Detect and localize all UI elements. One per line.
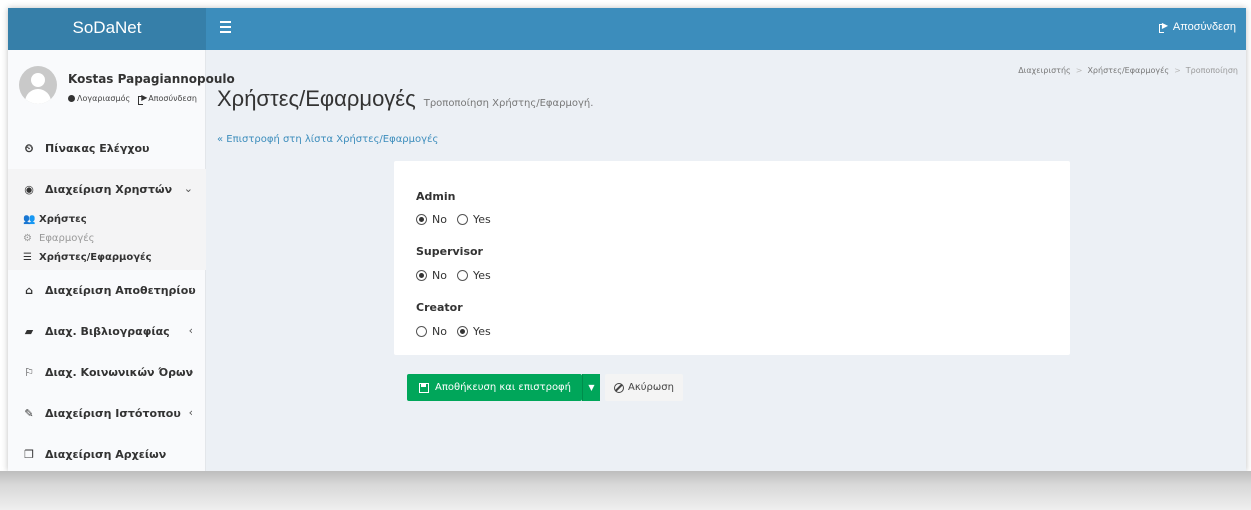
chevron-left-icon: ‹ xyxy=(188,324,193,337)
page-header: Χρήστες/Εφαρμογές Τροποποίηση Χρήστης/Εφ… xyxy=(217,86,593,112)
creator-yes-option[interactable]: Yes xyxy=(456,325,491,338)
creator-yes-radio[interactable] xyxy=(456,326,468,337)
sidebar-item-label: Διαχ. Βιβλιογραφίας xyxy=(45,325,170,338)
app-window: SoDaNet Αποσύνδεση Kostas Papagiannopoul… xyxy=(8,8,1246,471)
user-logout-link[interactable]: Αποσύνδεση xyxy=(138,93,197,105)
user-links: Λογαριασμός Αποσύνδεση xyxy=(68,93,197,105)
sidebar-item-label: Διαχείριση Χρηστών xyxy=(45,183,173,196)
sidebar-item-label: Διαχ. Κοινωνικών Όρων xyxy=(45,366,194,379)
save-button-label: Αποθήκευση και επιστροφή xyxy=(435,382,571,393)
sidebar-item-dashboard[interactable]: ⏲ Πίνακας Ελέγχου xyxy=(8,128,206,169)
save-options-dropdown[interactable]: ▼ xyxy=(582,374,600,401)
creator-no-radio[interactable] xyxy=(416,326,427,337)
sign-out-icon xyxy=(138,93,147,105)
sidebar-subitem-applications[interactable]: ⚙ Εφαρμογές xyxy=(8,229,206,248)
admin-label: Admin xyxy=(416,190,456,203)
top-logout-label: Αποσύνδεση xyxy=(1172,21,1236,33)
floppy-disk-icon xyxy=(419,382,429,393)
files-icon: ❐ xyxy=(24,448,34,461)
user-circle-icon: ◉ xyxy=(24,183,34,196)
creator-no-option[interactable]: No xyxy=(416,325,447,338)
sidebar-item-bibliography[interactable]: ▰ Διαχ. Βιβλιογραφίας ‹ xyxy=(8,311,206,352)
admin-no-radio[interactable] xyxy=(416,214,427,225)
admin-yes-option[interactable]: Yes xyxy=(456,213,491,226)
breadcrumb-separator: > xyxy=(1174,66,1181,75)
breadcrumb-admin[interactable]: Διαχειριστής xyxy=(1018,66,1071,75)
breadcrumb-edit: Τροποποίηση xyxy=(1185,66,1238,75)
chevron-down-icon: ⌄ xyxy=(183,182,193,195)
cogs-icon: ⚙ xyxy=(23,233,32,244)
sidebar-subitem-label: Εφαρμογές xyxy=(39,233,95,244)
form-box: Admin No Yes Supervisor No Yes Creator N… xyxy=(394,161,1070,355)
page-title: Χρήστες/Εφαρμογές xyxy=(217,86,416,111)
supervisor-label: Supervisor xyxy=(416,245,483,258)
page-subtitle: Τροποποίηση Χρήστης/Εφαρμογή. xyxy=(423,98,594,109)
supervisor-yes-radio[interactable] xyxy=(456,270,468,281)
app-logo[interactable]: SoDaNet xyxy=(8,8,206,50)
chevron-left-icon: ‹ xyxy=(188,365,193,378)
sidebar-item-social-terms[interactable]: ⚐ Διαχ. Κοινωνικών Όρων ‹ xyxy=(8,352,206,393)
supervisor-yes-option[interactable]: Yes xyxy=(456,269,491,282)
supervisor-no-option[interactable]: No xyxy=(416,269,447,282)
cancel-button[interactable]: Ακύρωση xyxy=(605,374,683,401)
breadcrumb-separator: > xyxy=(1075,66,1083,75)
sidebar-subitem-user-applications[interactable]: ☰ Χρήστες/Εφαρμογές xyxy=(8,248,206,267)
sidebar-subitem-label: Χρήστες/Εφαρμογές xyxy=(39,252,152,263)
sidebar-item-repository[interactable]: ⌂ Διαχείριση Αποθετηρίου ‹ xyxy=(8,270,206,311)
sidebar-submenu: 👥 Χρήστες ⚙ Εφαρμογές ☰ Χρήστες/Εφαρμογέ… xyxy=(8,210,206,270)
account-link[interactable]: Λογαριασμός xyxy=(68,94,130,103)
sidebar-subitem-label: Χρήστες xyxy=(39,214,87,225)
chevron-left-icon: ‹ xyxy=(188,406,193,419)
database-icon: ☰ xyxy=(23,252,32,263)
save-and-return-button[interactable]: Αποθήκευση και επιστροφή xyxy=(407,374,582,401)
sidebar-item-files[interactable]: ❐ Διαχείριση Αρχείων xyxy=(8,434,206,471)
chevron-left-icon: ‹ xyxy=(188,283,193,296)
avatar xyxy=(19,66,57,104)
supervisor-no-radio[interactable] xyxy=(416,270,427,281)
sidebar-item-label: Διαχείριση Αποθετηρίου xyxy=(45,284,196,297)
caret-down-icon: ▼ xyxy=(588,383,595,392)
admin-radio-group: No Yes xyxy=(416,213,501,226)
creator-label: Creator xyxy=(416,301,463,314)
top-navbar: Αποσύνδεση xyxy=(206,8,1246,50)
sidebar-menu: ⏲ Πίνακας Ελέγχου ◉ Διαχείριση Χρηστών ⌄… xyxy=(8,128,206,471)
user-name: Kostas Papagiannopoulo xyxy=(68,72,235,86)
admin-no-option[interactable]: No xyxy=(416,213,447,226)
bank-icon: ⌂ xyxy=(25,284,33,297)
supervisor-radio-group: No Yes xyxy=(416,269,501,282)
ban-icon xyxy=(614,382,625,393)
sidebar-item-label: Διαχείριση Ιστότοπου xyxy=(45,407,181,420)
sidebar-toggle-icon[interactable] xyxy=(220,21,231,33)
sidebar-item-website[interactable]: ✎ Διαχείριση Ιστότοπου ‹ xyxy=(8,393,206,434)
users-icon: 👥 xyxy=(23,214,36,225)
sidebar-subitem-users[interactable]: 👥 Χρήστες xyxy=(8,210,206,229)
flag-icon: ⚐ xyxy=(24,366,34,379)
bottom-shadow xyxy=(0,471,1251,510)
dashboard-icon: ⏲ xyxy=(24,141,34,155)
book-icon: ▰ xyxy=(24,325,34,338)
top-logout-link[interactable]: Αποσύνδεση xyxy=(1158,21,1236,33)
user-panel: Kostas Papagiannopoulo Λογαριασμός Αποσύ… xyxy=(8,50,235,128)
sidebar-item-user-management[interactable]: ◉ Διαχείριση Χρηστών ⌄ xyxy=(8,169,206,210)
admin-yes-radio[interactable] xyxy=(456,214,468,225)
breadcrumb: Διαχειριστής > Χρήστες/Εφαρμογές > Τροπο… xyxy=(1018,66,1238,75)
breadcrumb-user-apps[interactable]: Χρήστες/Εφαρμογές xyxy=(1087,66,1169,75)
sidebar-item-label: Διαχείριση Αρχείων xyxy=(45,448,167,461)
back-to-list-link[interactable]: « Επιστροφή στη λίστα Χρήστες/Εφαρμογές xyxy=(217,134,438,145)
creator-radio-group: No Yes xyxy=(416,325,501,338)
sign-out-icon xyxy=(1158,21,1169,33)
sidebar: Kostas Papagiannopoulo Λογαριασμός Αποσύ… xyxy=(8,50,235,471)
magic-icon: ✎ xyxy=(24,407,34,420)
user-circle-icon xyxy=(68,95,75,102)
cancel-button-label: Ακύρωση xyxy=(628,382,674,393)
sidebar-item-label: Πίνακας Ελέγχου xyxy=(45,142,150,155)
